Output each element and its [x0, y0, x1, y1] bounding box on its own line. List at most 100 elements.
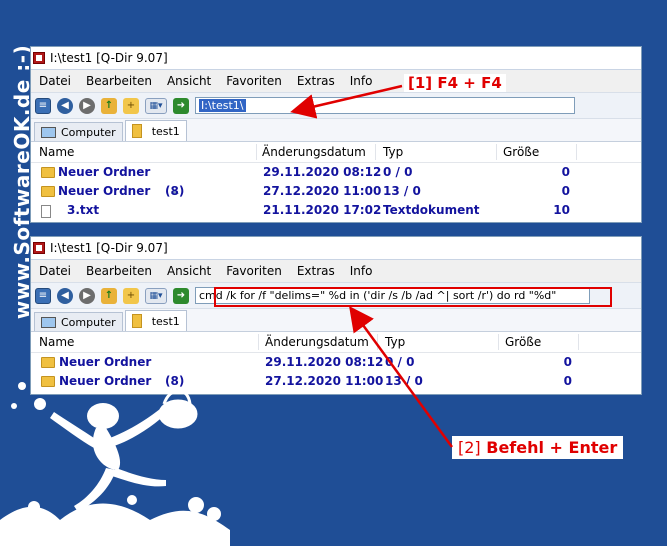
row-name: 3.txt [67, 203, 100, 217]
row-name: Neuer Ordner [58, 165, 151, 179]
menu-info[interactable]: Info [350, 74, 373, 88]
go-icon[interactable]: ➜ [173, 287, 189, 304]
folder-icon [131, 314, 142, 328]
tab-label: test1 [151, 124, 180, 138]
row-count: (8) [165, 374, 185, 388]
folder-icon [41, 167, 55, 178]
tab-test1[interactable]: test1 [124, 120, 187, 141]
menu-extras[interactable]: Extras [297, 264, 335, 278]
table-row[interactable]: Neuer Ordner 29.11.2020 08:12 0 / 0 0 [31, 163, 641, 182]
back-icon[interactable]: ◀ [57, 97, 73, 114]
menu-ansicht[interactable]: Ansicht [167, 74, 211, 88]
menu-favoriten[interactable]: Favoriten [226, 264, 282, 278]
row-size: 0 [561, 165, 570, 179]
tab-computer[interactable]: Computer [34, 312, 123, 331]
row-type: Textdokument [383, 203, 480, 217]
forward-icon[interactable]: ▶ [79, 287, 95, 304]
menu-datei[interactable]: Datei [39, 264, 71, 278]
folder-icon [41, 186, 55, 197]
step2-prefix: [2] [458, 438, 481, 457]
folder-icon [131, 124, 142, 138]
tab-label: Computer [61, 315, 116, 329]
step2-text: Befehl + Enter [486, 438, 618, 457]
title-bar: I:\test1 [Q-Dir 9.07] [31, 237, 641, 260]
folder-icon [41, 376, 55, 387]
view-panel-icon[interactable]: ≡ [35, 97, 51, 114]
col-type[interactable]: Typ [383, 145, 403, 159]
column-header: Name Änderungsdatum Typ Größe [31, 142, 641, 163]
row-name: Neuer Ordner [58, 184, 151, 198]
go-icon[interactable]: ➜ [173, 97, 189, 114]
row-date: 27.12.2020 11:00 [265, 374, 384, 388]
menu-favoriten[interactable]: Favoriten [226, 74, 282, 88]
menu-bearbeiten[interactable]: Bearbeiten [86, 264, 152, 278]
menu-extras[interactable]: Extras [297, 74, 335, 88]
tab-label: test1 [151, 314, 180, 328]
address-text: I:\test1\ [199, 99, 246, 112]
side-watermark: www.SoftwareOK.de :-) [0, 0, 34, 340]
menu-bar: Datei Bearbeiten Ansicht Favoriten Extra… [31, 70, 641, 92]
col-type[interactable]: Typ [385, 335, 405, 349]
mascot-figure-icon [11, 382, 170, 512]
col-date[interactable]: Änderungsdatum [262, 145, 366, 159]
computer-icon [41, 316, 56, 328]
row-date: 29.11.2020 08:12 [265, 355, 384, 369]
menu-info[interactable]: Info [350, 264, 373, 278]
text-file-icon [41, 205, 51, 218]
window-title: I:\test1 [Q-Dir 9.07] [50, 51, 168, 65]
col-name[interactable]: Name [39, 145, 74, 159]
tab-row: Computer test1 [31, 309, 641, 332]
title-bar: I:\test1 [Q-Dir 9.07] [31, 47, 641, 70]
step1-label: [1] F4 + F4 [404, 74, 506, 92]
row-date: 27.12.2020 11:00 [263, 184, 382, 198]
step2-label: [2] Befehl + Enter [452, 436, 624, 459]
forward-icon[interactable]: ▶ [79, 97, 95, 114]
up-folder-icon[interactable]: ↑ [101, 97, 117, 114]
menu-bearbeiten[interactable]: Bearbeiten [86, 74, 152, 88]
new-folder-icon[interactable]: + [123, 287, 139, 304]
menu-bar: Datei Bearbeiten Ansicht Favoriten Extra… [31, 260, 641, 282]
row-size: 0 [563, 355, 572, 369]
row-size: 0 [561, 184, 570, 198]
basket-icon [158, 389, 198, 429]
tab-test1[interactable]: test1 [124, 310, 187, 331]
back-icon[interactable]: ◀ [57, 287, 73, 304]
row-size: 0 [563, 374, 572, 388]
new-folder-icon[interactable]: + [123, 97, 139, 114]
tab-label: Computer [61, 125, 116, 139]
table-row[interactable]: Neuer Ordner (8) 27.12.2020 11:00 13 / 0… [31, 182, 641, 201]
row-type: 0 / 0 [383, 165, 413, 179]
row-type: 13 / 0 [383, 184, 421, 198]
toolbar: ≡ ◀ ▶ ↑ + ▦▾ ➜ I:\test1\ [31, 92, 641, 119]
row-name: Neuer Ordner [59, 355, 152, 369]
col-date[interactable]: Änderungsdatum [265, 335, 369, 349]
qdir-window-2: I:\test1 [Q-Dir 9.07] Datei Bearbeiten A… [30, 236, 642, 395]
view-mode-icon[interactable]: ▦▾ [145, 97, 167, 114]
computer-icon [41, 126, 56, 138]
view-panel-icon[interactable]: ≡ [35, 287, 51, 304]
row-type: 13 / 0 [385, 374, 423, 388]
col-size[interactable]: Größe [505, 335, 541, 349]
menu-ansicht[interactable]: Ansicht [167, 264, 211, 278]
row-count: (8) [165, 184, 185, 198]
folder-icon [41, 357, 55, 368]
tab-computer[interactable]: Computer [34, 122, 123, 141]
up-folder-icon[interactable]: ↑ [101, 287, 117, 304]
row-name: Neuer Ordner [59, 374, 152, 388]
window-title: I:\test1 [Q-Dir 9.07] [50, 241, 168, 255]
row-size: 10 [553, 203, 570, 217]
command-highlight-box [214, 287, 612, 307]
grass-flowers-icon [0, 495, 230, 546]
col-name[interactable]: Name [39, 335, 74, 349]
table-row[interactable]: Neuer Ordner (8) 27.12.2020 11:00 13 / 0… [31, 372, 641, 391]
qdir-window-1: I:\test1 [Q-Dir 9.07] Datei Bearbeiten A… [30, 46, 642, 223]
tab-row: Computer test1 [31, 119, 641, 142]
row-date: 29.11.2020 08:12 [263, 165, 382, 179]
qdir-app-icon [33, 242, 45, 254]
table-row[interactable]: Neuer Ordner 29.11.2020 08:12 0 / 0 0 [31, 353, 641, 372]
view-mode-icon[interactable]: ▦▾ [145, 287, 167, 304]
col-size[interactable]: Größe [503, 145, 539, 159]
table-row[interactable]: 3.txt 21.11.2020 17:02 Textdokument 10 [31, 201, 641, 220]
menu-datei[interactable]: Datei [39, 74, 71, 88]
address-bar[interactable]: I:\test1\ [195, 97, 575, 114]
